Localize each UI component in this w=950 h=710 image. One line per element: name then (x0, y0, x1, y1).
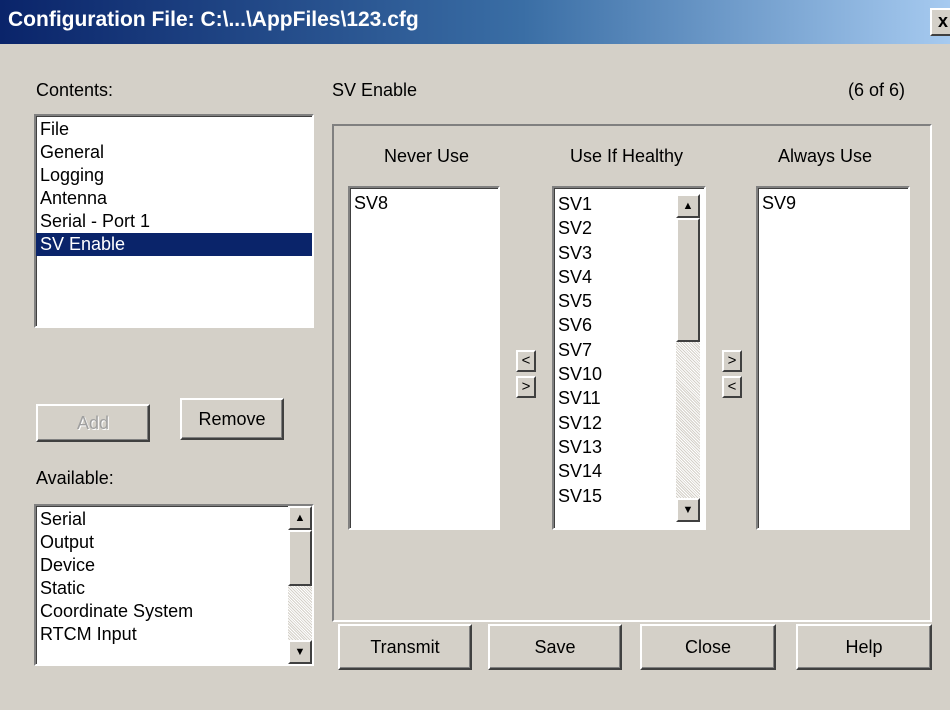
page-indicator: (6 of 6) (848, 80, 906, 100)
list-item[interactable]: Output (36, 531, 312, 554)
list-item[interactable]: Device (36, 554, 312, 577)
close-button[interactable]: Close (640, 624, 776, 670)
list-item-selected[interactable]: SV Enable (36, 233, 312, 256)
always-use-list[interactable]: SV9 (756, 186, 910, 530)
use-if-healthy-scrollbar[interactable]: ▲ ▼ (676, 194, 700, 522)
list-item[interactable]: Static (36, 577, 312, 600)
window-title: Configuration File: C:\...\AppFiles\123.… (8, 8, 419, 31)
list-item[interactable]: SV9 (758, 192, 908, 215)
list-item[interactable]: Logging (36, 164, 312, 187)
close-icon: x (938, 11, 949, 31)
list-item[interactable]: RTCM Input (36, 623, 312, 646)
scroll-up-icon[interactable]: ▲ (676, 194, 700, 218)
panel-title: SV Enable (332, 80, 418, 100)
contents-label: Contents: (36, 80, 114, 100)
available-label: Available: (36, 468, 114, 488)
move-right-button[interactable]: > (722, 350, 742, 372)
use-if-healthy-header: Use If Healthy (570, 146, 684, 166)
transmit-button[interactable]: Transmit (338, 624, 472, 670)
close-window-button[interactable]: x (930, 8, 950, 36)
scroll-up-icon[interactable]: ▲ (288, 506, 312, 530)
always-use-header: Always Use (778, 146, 873, 166)
move-right-button[interactable]: > (516, 376, 536, 398)
list-item[interactable]: File (36, 118, 312, 141)
list-item[interactable]: Coordinate System (36, 600, 312, 623)
list-item[interactable]: Antenna (36, 187, 312, 210)
scroll-thumb[interactable] (676, 218, 700, 342)
help-button[interactable]: Help (796, 624, 932, 670)
list-item[interactable]: General (36, 141, 312, 164)
available-scrollbar[interactable]: ▲ ▼ (288, 506, 312, 664)
use-if-healthy-list[interactable]: SV1 SV2 SV3 SV4 SV5 SV6 SV7 SV10 SV11 SV… (552, 186, 706, 530)
scroll-down-icon[interactable]: ▼ (676, 498, 700, 522)
scroll-thumb[interactable] (288, 530, 312, 586)
contents-list[interactable]: File General Logging Antenna Serial - Po… (34, 114, 314, 328)
move-left-button[interactable]: < (516, 350, 536, 372)
list-item[interactable]: Serial (36, 508, 312, 531)
list-item[interactable]: SV8 (350, 192, 498, 215)
available-list[interactable]: Serial Output Device Static Coordinate S… (34, 504, 314, 666)
add-button[interactable]: Add (36, 404, 150, 442)
scroll-down-icon[interactable]: ▼ (288, 640, 312, 664)
move-left-button[interactable]: < (722, 376, 742, 398)
never-use-header: Never Use (384, 146, 470, 166)
list-item[interactable]: Serial - Port 1 (36, 210, 312, 233)
never-use-list[interactable]: SV8 (348, 186, 500, 530)
save-button[interactable]: Save (488, 624, 622, 670)
remove-button[interactable]: Remove (180, 398, 284, 440)
